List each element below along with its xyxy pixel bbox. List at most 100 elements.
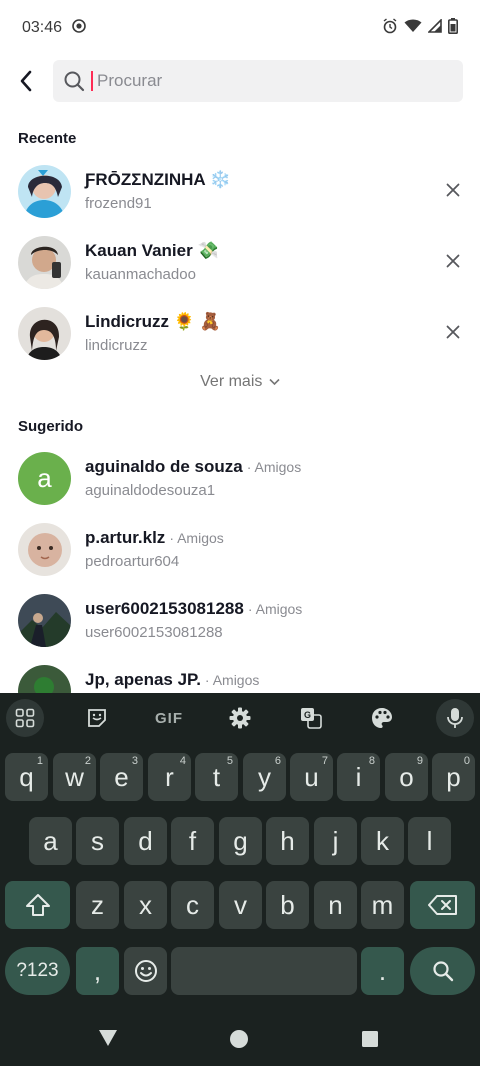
search-icon bbox=[64, 71, 85, 92]
settings-button[interactable] bbox=[221, 699, 259, 737]
key-h[interactable]: h bbox=[266, 817, 309, 865]
close-icon bbox=[446, 325, 460, 339]
key-g[interactable]: g bbox=[219, 817, 262, 865]
suggested-name: user6002153081288 · Amigos bbox=[85, 599, 303, 618]
suggested-item[interactable]: a aguinaldo de souza · Amigos aguinaldode… bbox=[0, 446, 480, 510]
recents-nav-button[interactable] bbox=[361, 1030, 381, 1050]
key-q[interactable]: q1 bbox=[5, 753, 48, 801]
shift-key[interactable] bbox=[5, 881, 70, 929]
apps-icon bbox=[15, 708, 35, 728]
recent-username: kauanmachadoo bbox=[85, 266, 196, 283]
chevron-down-icon bbox=[269, 378, 280, 386]
key-n[interactable]: n bbox=[314, 881, 357, 929]
home-nav-button[interactable] bbox=[229, 1029, 251, 1051]
remove-recent-button[interactable] bbox=[440, 248, 466, 274]
alarm-icon bbox=[382, 17, 398, 39]
key-f[interactable]: f bbox=[171, 817, 214, 865]
wifi-icon bbox=[404, 19, 422, 38]
key-u[interactable]: u7 bbox=[290, 753, 333, 801]
back-button[interactable] bbox=[0, 58, 52, 104]
key-a[interactable]: a bbox=[29, 817, 72, 865]
key-d[interactable]: d bbox=[124, 817, 167, 865]
key-k[interactable]: k bbox=[361, 817, 404, 865]
sticker-button[interactable] bbox=[78, 699, 116, 737]
status-right bbox=[382, 17, 458, 39]
suggested-name: aguinaldo de souza · Amigos bbox=[85, 457, 302, 476]
key-v[interactable]: v bbox=[219, 881, 262, 929]
mic-icon bbox=[447, 708, 463, 728]
suggested-item[interactable]: user6002153081288 · Amigos user6002153081… bbox=[0, 588, 480, 652]
key-c[interactable]: c bbox=[171, 881, 214, 929]
recent-username: frozend91 bbox=[85, 195, 152, 212]
key-l[interactable]: l bbox=[408, 817, 451, 865]
avatar bbox=[18, 236, 71, 289]
friends-tag: · Amigos bbox=[204, 672, 260, 688]
search-bar[interactable] bbox=[53, 60, 463, 102]
theme-button[interactable] bbox=[363, 699, 401, 737]
key-p[interactable]: p0 bbox=[432, 753, 475, 801]
symbols-key[interactable]: ?123 bbox=[5, 947, 70, 995]
key-o[interactable]: o9 bbox=[385, 753, 428, 801]
backspace-icon bbox=[427, 895, 457, 915]
recent-section-title: Recente bbox=[18, 130, 77, 147]
remove-recent-button[interactable] bbox=[440, 177, 466, 203]
voice-input-button[interactable] bbox=[436, 699, 474, 737]
recent-username: lindicruzz bbox=[85, 337, 148, 354]
backspace-key[interactable] bbox=[410, 881, 475, 929]
battery-icon bbox=[448, 17, 458, 39]
close-icon bbox=[446, 254, 460, 268]
suggested-name: Jp, apenas JP. · Amigos bbox=[85, 670, 260, 689]
emoji-icon bbox=[134, 960, 157, 982]
avatar: a bbox=[18, 452, 71, 505]
suggested-username: aguinaldodesouza1 bbox=[85, 482, 216, 499]
avatar-initial: a bbox=[37, 463, 52, 493]
square-recents-icon bbox=[362, 1031, 378, 1047]
recent-name: Lindicruzz 🌻 🧸 bbox=[85, 312, 221, 331]
back-arrow-icon bbox=[20, 70, 32, 92]
svg-text:G: G bbox=[304, 710, 311, 720]
key-x[interactable]: x bbox=[124, 881, 167, 929]
triangle-back-icon bbox=[99, 1030, 117, 1046]
key-y[interactable]: y6 bbox=[243, 753, 286, 801]
sunflower-bear-emoji: 🌻 🧸 bbox=[173, 312, 221, 331]
comma-key[interactable]: , bbox=[76, 947, 119, 995]
recent-item[interactable]: ƑRŌZΣNZINHA ❄️ frozend91 bbox=[0, 159, 480, 223]
search-key[interactable] bbox=[410, 947, 475, 995]
avatar bbox=[18, 594, 71, 647]
emoji-key[interactable] bbox=[124, 947, 167, 995]
key-s[interactable]: s bbox=[76, 817, 119, 865]
recent-item[interactable]: Kauan Vanier 💸 kauanmachadoo bbox=[0, 230, 480, 294]
gif-button[interactable]: GIF bbox=[149, 699, 189, 737]
translate-button[interactable]: G bbox=[292, 699, 330, 737]
sticker-icon bbox=[88, 709, 106, 727]
avatar bbox=[18, 165, 71, 218]
key-r[interactable]: r4 bbox=[148, 753, 191, 801]
key-m[interactable]: m bbox=[361, 881, 404, 929]
key-b[interactable]: b bbox=[266, 881, 309, 929]
search-input[interactable] bbox=[97, 71, 427, 91]
friends-tag: · Amigos bbox=[169, 530, 224, 546]
key-w[interactable]: w2 bbox=[53, 753, 96, 801]
apps-button[interactable] bbox=[6, 699, 44, 737]
status-bar: 03:46 bbox=[0, 0, 480, 56]
recent-item[interactable]: Lindicruzz 🌻 🧸 lindicruzz bbox=[0, 301, 480, 365]
key-t[interactable]: t5 bbox=[195, 753, 238, 801]
gear-icon bbox=[229, 707, 251, 729]
key-i[interactable]: i8 bbox=[337, 753, 380, 801]
period-key[interactable]: . bbox=[361, 947, 404, 995]
see-more-button[interactable]: Ver mais bbox=[0, 373, 480, 391]
recent-name: Kauan Vanier 💸 bbox=[85, 241, 219, 260]
space-key[interactable] bbox=[171, 947, 357, 995]
system-nav-bar bbox=[0, 1010, 480, 1066]
key-j[interactable]: j bbox=[314, 817, 357, 865]
key-z[interactable]: z bbox=[76, 881, 119, 929]
status-time: 03:46 bbox=[22, 19, 63, 36]
key-e[interactable]: e3 bbox=[100, 753, 143, 801]
palette-icon bbox=[372, 708, 392, 728]
suggested-item[interactable]: p.artur.klz · Amigos pedroartur604 bbox=[0, 517, 480, 581]
suggested-username: pedroartur604 bbox=[85, 553, 180, 570]
remove-recent-button[interactable] bbox=[440, 319, 466, 345]
screen-record-icon bbox=[72, 18, 86, 38]
keyboard-toolbar: GIF G bbox=[0, 693, 480, 743]
back-nav-button[interactable] bbox=[97, 1028, 121, 1050]
